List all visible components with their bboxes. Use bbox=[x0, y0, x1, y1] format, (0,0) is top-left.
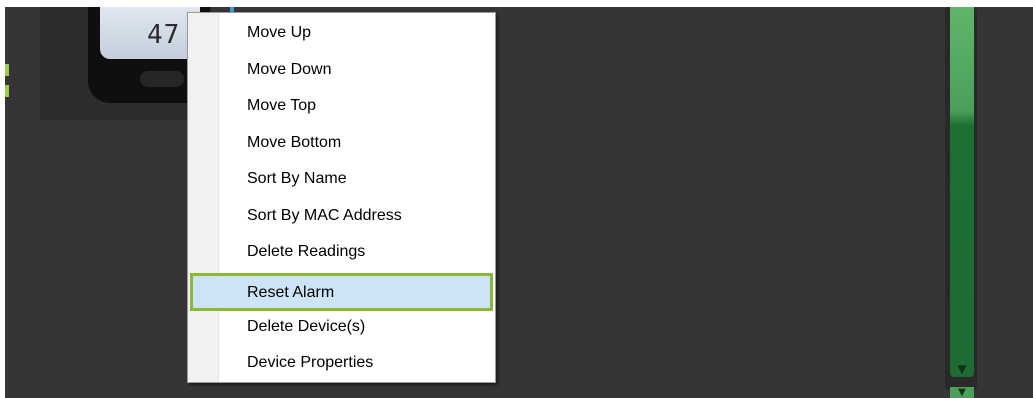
menu-item-label: Move Down bbox=[247, 61, 332, 78]
menu-item-label: Device Properties bbox=[247, 354, 374, 371]
menu-item-delete-devices[interactable]: Delete Device(s) bbox=[190, 312, 493, 344]
menu-item-delete-readings[interactable]: Delete Readings bbox=[190, 237, 493, 269]
status-indicator bbox=[5, 64, 9, 76]
menu-item-label: Move Top bbox=[247, 97, 317, 114]
menu-item-label: Move Bottom bbox=[247, 134, 342, 151]
context-menu: Move Up Move Down Move Top Move Bottom S… bbox=[187, 12, 496, 383]
menu-item-move-down[interactable]: Move Down bbox=[190, 55, 493, 87]
menu-item-move-bottom[interactable]: Move Bottom bbox=[190, 128, 493, 160]
menu-item-label: Reset Alarm bbox=[247, 284, 335, 301]
device-button-image bbox=[140, 71, 184, 87]
menu-item-label: Move Up bbox=[247, 24, 312, 41]
device-display: 47 bbox=[100, 7, 200, 59]
device-reading: 47 bbox=[147, 20, 181, 50]
menu-item-reset-alarm[interactable]: Reset Alarm bbox=[190, 273, 493, 311]
scroll-down-arrow-icon[interactable]: ▼ bbox=[950, 387, 974, 398]
scrollbar-thumb[interactable] bbox=[950, 7, 974, 377]
menu-item-device-properties[interactable]: Device Properties bbox=[190, 348, 493, 380]
menu-item-move-top[interactable]: Move Top bbox=[190, 91, 493, 123]
menu-item-move-up[interactable]: Move Up bbox=[190, 18, 493, 50]
status-indicator bbox=[5, 85, 9, 97]
menu-item-label: Delete Device(s) bbox=[247, 318, 366, 335]
menu-item-label: Sort By Name bbox=[247, 170, 347, 187]
menu-item-sort-by-mac-address[interactable]: Sort By MAC Address bbox=[190, 201, 493, 233]
menu-item-label: Sort By MAC Address bbox=[247, 207, 402, 224]
menu-item-label: Delete Readings bbox=[247, 243, 366, 260]
scroll-down-arrow-icon[interactable]: ▼ bbox=[950, 362, 974, 376]
app-window: 47 ▼ ▼ bbox=[5, 7, 1033, 398]
menu-item-sort-by-name[interactable]: Sort By Name bbox=[190, 164, 493, 196]
